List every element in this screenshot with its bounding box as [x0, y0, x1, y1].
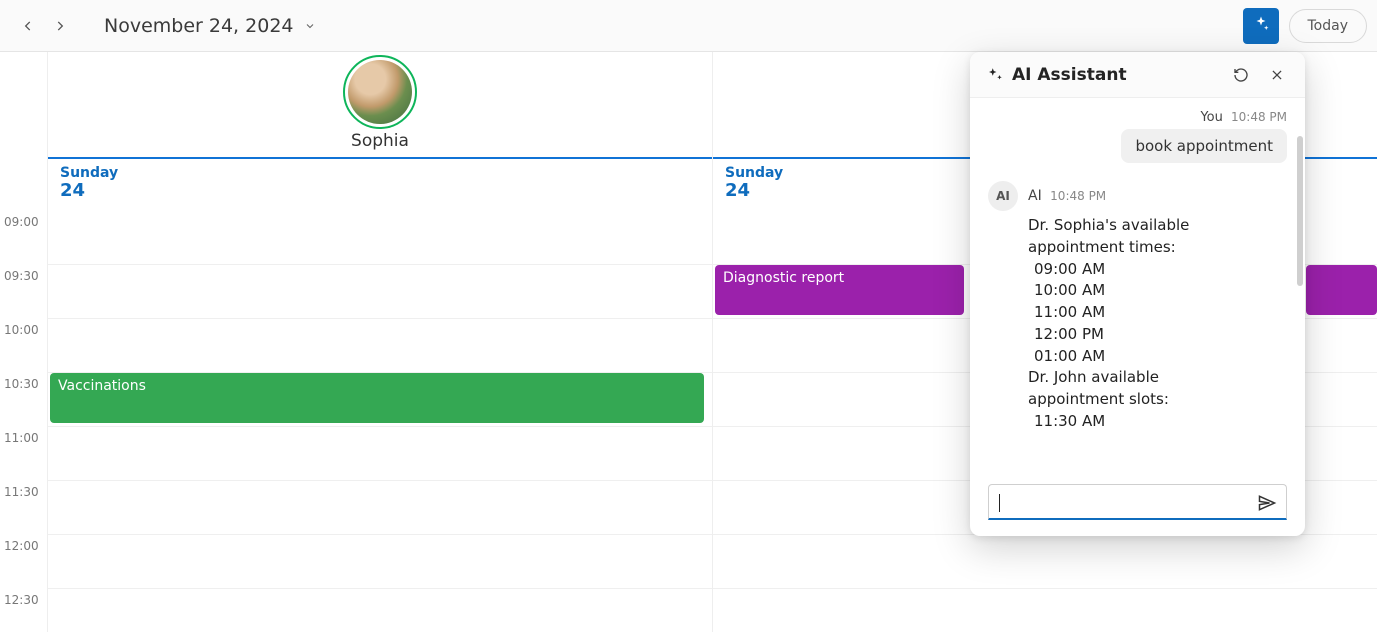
- today-button-label: Today: [1308, 18, 1349, 34]
- ai-assistant-panel: AI Assistant You 10:48 PM book appointme…: [970, 52, 1305, 536]
- send-button[interactable]: [1254, 490, 1280, 516]
- ai-conversation[interactable]: You 10:48 PM book appointment AI AI 10:4…: [970, 98, 1305, 474]
- ai-message-body: Dr. Sophia's available appointment times…: [1028, 215, 1258, 433]
- ai-slot-option[interactable]: 11:00 AM: [1028, 302, 1258, 324]
- nav-prev-button[interactable]: [12, 10, 44, 42]
- ai-slot-option[interactable]: 01:00 AM: [1028, 346, 1258, 368]
- ai-input-area: [970, 474, 1305, 536]
- ai-time-label: 10:48 PM: [1050, 189, 1106, 203]
- avatar: [343, 55, 417, 129]
- time-label: 11:00: [4, 431, 39, 445]
- ai-slot-option[interactable]: 11:30 AM: [1028, 411, 1258, 433]
- ai-name-label: AI: [1028, 188, 1042, 204]
- time-label: 12:30: [4, 593, 39, 607]
- scrollbar-thumb[interactable]: [1297, 136, 1303, 286]
- user-message-meta: You 10:48 PM: [988, 110, 1287, 125]
- time-label: 11:30: [4, 485, 39, 499]
- event-diagnostic-report[interactable]: Diagnostic report: [715, 265, 964, 315]
- time-label: 10:00: [4, 323, 39, 337]
- event-vaccinations[interactable]: Vaccinations: [50, 373, 704, 423]
- sparkles-icon: [1252, 15, 1270, 37]
- text-caret: [999, 494, 1000, 512]
- date-range-label: November 24, 2024: [104, 15, 294, 37]
- time-label: 09:00: [4, 215, 39, 229]
- user-time-label: 10:48 PM: [1231, 110, 1287, 124]
- date-range-picker[interactable]: November 24, 2024: [104, 15, 316, 37]
- resource-name-label: Sophia: [351, 131, 409, 151]
- time-label: 09:30: [4, 269, 39, 283]
- nav-next-button[interactable]: [44, 10, 76, 42]
- ai-text-field[interactable]: [999, 493, 1250, 511]
- user-message-text: book appointment: [1135, 137, 1273, 155]
- ai-slot-option[interactable]: 12:00 PM: [1028, 324, 1258, 346]
- event-title: Diagnostic report: [723, 270, 844, 286]
- time-gutter: 09:00 09:30 10:00 10:30 11:00 11:30 12:0…: [0, 52, 48, 632]
- ai-panel-title: AI Assistant: [1012, 65, 1219, 85]
- user-name-label: You: [1200, 110, 1222, 125]
- event-partial[interactable]: [1306, 265, 1377, 315]
- refresh-button[interactable]: [1227, 61, 1255, 89]
- day-header[interactable]: Sunday 24: [48, 159, 712, 211]
- ai-message-meta: AI AI 10:48 PM: [988, 181, 1287, 211]
- chevron-down-icon: [304, 15, 316, 37]
- day-of-week-label: Sunday: [60, 165, 700, 181]
- ai-avatar: AI: [988, 181, 1018, 211]
- today-button[interactable]: Today: [1289, 9, 1368, 43]
- time-grid[interactable]: Vaccinations: [48, 211, 712, 632]
- ai-panel-header: AI Assistant: [970, 52, 1305, 98]
- ai-slot-option[interactable]: 10:00 AM: [1028, 280, 1258, 302]
- resource-header: Sophia: [48, 52, 712, 159]
- user-message-bubble: book appointment: [1121, 129, 1287, 163]
- sparkles-icon: [986, 66, 1004, 84]
- time-label: 12:00: [4, 539, 39, 553]
- ai-reply-line: Dr. John available appointment slots:: [1028, 367, 1258, 411]
- day-of-month-label: 24: [60, 181, 700, 201]
- event-title: Vaccinations: [58, 378, 146, 394]
- ai-reply-line: Dr. Sophia's available appointment times…: [1028, 215, 1258, 259]
- ai-text-input[interactable]: [988, 484, 1287, 520]
- toolbar: November 24, 2024 Today: [0, 0, 1377, 52]
- ai-slot-option[interactable]: 09:00 AM: [1028, 259, 1258, 281]
- ai-assistant-launch-button[interactable]: [1243, 8, 1279, 44]
- resource-column-sophia: Sophia Sunday 24 Vaccinations: [48, 52, 713, 632]
- time-label: 10:30: [4, 377, 39, 391]
- close-button[interactable]: [1263, 61, 1291, 89]
